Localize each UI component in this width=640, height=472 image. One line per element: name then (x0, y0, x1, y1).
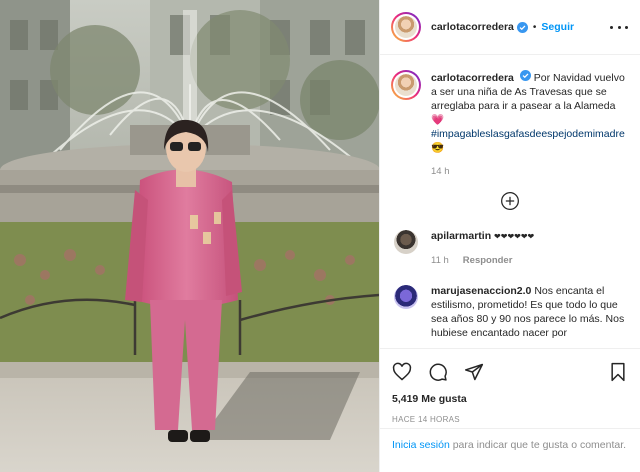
plus-circle-icon[interactable] (500, 191, 520, 211)
caption: carlotacorredera Por Navidad vuelvo a se… (391, 70, 628, 179)
comment-item: marujasenaccion2.0 Nos encanta el estili… (391, 284, 628, 340)
sunglasses-emoji: 😎 (431, 142, 445, 154)
comment-body: apilarmartin ❤❤❤❤❤❤ 11 h Responder (431, 229, 628, 268)
bookmark-icon[interactable] (608, 362, 628, 382)
login-text: para indicar que te gusta o comentar. (449, 439, 627, 451)
caption-meta: 14 h (431, 165, 628, 179)
comment-username[interactable]: apilarmartin (431, 230, 491, 242)
author-username[interactable]: carlotacorredera (431, 21, 514, 33)
likes-count[interactable]: 5,419 Me gusta (392, 393, 628, 405)
post-actions: 5,419 Me gusta HACE 14 HORAS (380, 348, 640, 424)
comments-section[interactable]: carlotacorredera Por Navidad vuelvo a se… (380, 56, 640, 348)
post-timestamp[interactable]: HACE 14 HORAS (392, 415, 628, 424)
share-icon[interactable] (464, 362, 484, 382)
author-avatar[interactable] (391, 12, 421, 42)
verified-badge-icon (516, 21, 528, 33)
more-options-icon[interactable] (610, 22, 628, 32)
comment-item: apilarmartin ❤❤❤❤❤❤ 11 h Responder (391, 229, 628, 268)
login-prompt: Inicia sesión para indicar que te gusta … (380, 428, 640, 452)
commenter-avatar[interactable] (394, 285, 418, 309)
caption-body: carlotacorredera Por Navidad vuelvo a se… (431, 70, 628, 179)
post-side-panel: carlotacorredera • Seguir carlotacorrede… (379, 0, 640, 472)
comment-text: ❤❤❤❤❤❤ (494, 232, 535, 241)
post-image[interactable] (0, 0, 379, 472)
heart-emoji: 💗 (431, 114, 445, 126)
comment-time[interactable]: 11 h (431, 254, 449, 268)
comment-username[interactable]: marujasenaccion2.0 (431, 285, 531, 297)
separator-dot: • (532, 21, 537, 33)
load-more-comments (391, 191, 628, 211)
caption-avatar[interactable] (391, 70, 421, 100)
verified-badge-icon (519, 70, 531, 81)
caption-time[interactable]: 14 h (431, 165, 450, 179)
caption-username[interactable]: carlotacorredera (431, 72, 514, 84)
caption-hashtag[interactable]: #impagableslasgafasdeespejodemimadre (431, 128, 625, 140)
reply-button[interactable]: Responder (463, 254, 513, 268)
comment-body: marujasenaccion2.0 Nos encanta el estili… (431, 284, 628, 340)
post-header: carlotacorredera • Seguir (380, 0, 640, 55)
action-icons (392, 359, 628, 385)
comment-icon[interactable] (428, 362, 448, 382)
commenter-avatar[interactable] (394, 230, 418, 254)
comment-meta: 11 h Responder (431, 254, 628, 268)
login-link[interactable]: Inicia sesión (392, 439, 450, 451)
post-photo (0, 0, 379, 472)
author-row: carlotacorredera • Seguir (431, 21, 574, 33)
heart-icon[interactable] (392, 362, 412, 382)
follow-button[interactable]: Seguir (541, 21, 574, 33)
